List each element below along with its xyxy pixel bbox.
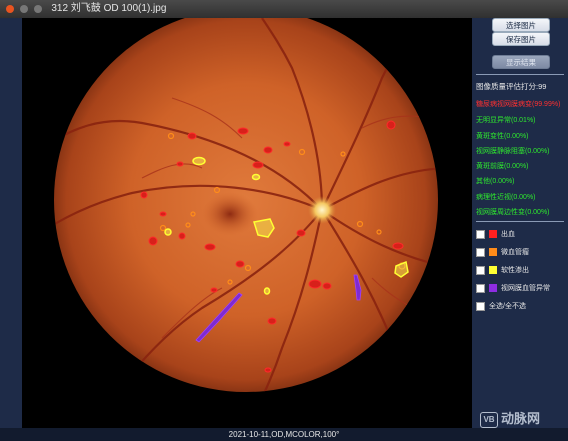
status-bar: 2021-10-11,OD,MCOLOR,100°	[0, 428, 568, 441]
disease-result: 黄斑前膜(0.00%)	[476, 161, 529, 171]
hemorrhage-mark	[267, 317, 277, 325]
hemorrhage-mark	[264, 367, 272, 373]
hemorrhage-mark	[237, 127, 249, 135]
soft-exudate-mark	[192, 156, 206, 166]
hemorrhage-mark	[252, 161, 264, 169]
color-swatch	[489, 248, 497, 256]
legend-label: 出血	[501, 231, 515, 238]
macula	[202, 192, 258, 236]
disease-label: 病理性近视(0.00%)	[476, 194, 536, 201]
color-swatch	[489, 266, 497, 274]
hemorrhage-mark	[210, 287, 218, 293]
legend-label: 微血管瘤	[501, 249, 529, 256]
hemorrhage-mark	[176, 161, 184, 167]
legend-select-all[interactable]: 全选/全不选	[476, 301, 526, 311]
save-image-button[interactable]: 保存图片	[492, 32, 550, 46]
quality-score: 图像质量评估打分:99	[476, 82, 547, 91]
soft-exudate-mark	[164, 228, 172, 236]
window-titlebar: 312 刘飞鼓 OD 100(1).jpg	[0, 0, 568, 18]
hemorrhage-mark	[386, 120, 396, 130]
hemorrhage-mark	[204, 243, 216, 251]
hemorrhage-mark	[235, 260, 245, 268]
hemorrhage-mark	[178, 232, 186, 240]
watermark-text: 动脉网	[501, 411, 541, 426]
watermark-logo: VB	[480, 411, 498, 428]
hemorrhage-mark	[140, 191, 148, 199]
disease-label: 视网膜周边性变(0.00%)	[476, 209, 550, 216]
optic-disc	[308, 196, 336, 224]
window-title: 312 刘飞鼓 OD 100(1).jpg	[51, 3, 167, 14]
checkbox[interactable]	[476, 301, 485, 311]
legend-microaneurysm[interactable]: 微血管瘤	[476, 247, 529, 257]
left-strip	[0, 18, 22, 428]
disease-label: 无明显异常(0.01%)	[476, 117, 536, 124]
hemorrhage-mark	[283, 141, 291, 147]
divider	[476, 74, 564, 75]
close-icon[interactable]	[6, 5, 14, 13]
disease-result: 其他(0.00%)	[476, 176, 515, 186]
disease-label: 糖尿病视网膜病变(99.99%)	[476, 101, 561, 108]
checkbox[interactable]	[476, 247, 485, 257]
disease-label: 视网膜静脉阻塞(0.00%)	[476, 148, 550, 155]
right-panel: 选择图片 保存图片 显示结果 图像质量评估打分:99 糖尿病视网膜病变(99.9…	[472, 18, 568, 428]
legend-label: 全选/全不选	[489, 303, 526, 310]
disease-result: 糖尿病视网膜病变(99.99%)	[476, 99, 560, 109]
legend-label: 软性渗出	[501, 267, 529, 274]
disease-result: 黄斑变性(0.00%)	[476, 131, 529, 141]
legend-label: 视网膜血管异常	[501, 285, 550, 292]
disease-result: 视网膜静脉阻塞(0.00%)	[476, 146, 550, 156]
hemorrhage-mark	[159, 211, 167, 217]
disease-label: 黄斑变性(0.00%)	[476, 133, 529, 140]
checkbox[interactable]	[476, 283, 485, 293]
disease-result: 无明显异常(0.01%)	[476, 115, 536, 125]
watermark: VB 动脉网	[480, 408, 540, 428]
color-swatch	[489, 230, 497, 238]
disease-result: 视网膜周边性变(0.00%)	[476, 207, 550, 217]
image-pane[interactable]	[22, 18, 472, 428]
hemorrhage-mark	[296, 229, 306, 237]
hemorrhage-mark	[187, 132, 197, 140]
legend-hemorrhage[interactable]: 出血	[476, 229, 515, 239]
hemorrhage-mark	[263, 146, 273, 154]
checkbox[interactable]	[476, 265, 485, 275]
divider	[476, 221, 564, 222]
show-result-button[interactable]: 显示结果	[492, 55, 550, 69]
hemorrhage-mark	[148, 236, 158, 246]
legend-soft-exudate[interactable]: 软性渗出	[476, 265, 529, 275]
disease-result: 病理性近视(0.00%)	[476, 192, 536, 202]
hemorrhage-mark	[322, 282, 332, 290]
maximize-icon[interactable]	[33, 5, 42, 13]
soft-exudate-mark	[263, 287, 271, 295]
fundus-image	[54, 18, 438, 392]
legend-vascular-abnormality[interactable]: 视网膜血管异常	[476, 283, 550, 293]
hemorrhage-mark	[308, 279, 322, 289]
minimize-icon[interactable]	[19, 5, 28, 13]
status-text: 2021-10-11,OD,MCOLOR,100°	[228, 430, 340, 439]
disease-label: 其他(0.00%)	[476, 178, 515, 185]
color-swatch	[489, 284, 497, 292]
checkbox[interactable]	[476, 229, 485, 239]
soft-exudate-mark	[251, 173, 261, 181]
select-image-button[interactable]: 选择图片	[492, 18, 550, 32]
hemorrhage-mark	[392, 242, 404, 250]
disease-label: 黄斑前膜(0.00%)	[476, 163, 529, 170]
